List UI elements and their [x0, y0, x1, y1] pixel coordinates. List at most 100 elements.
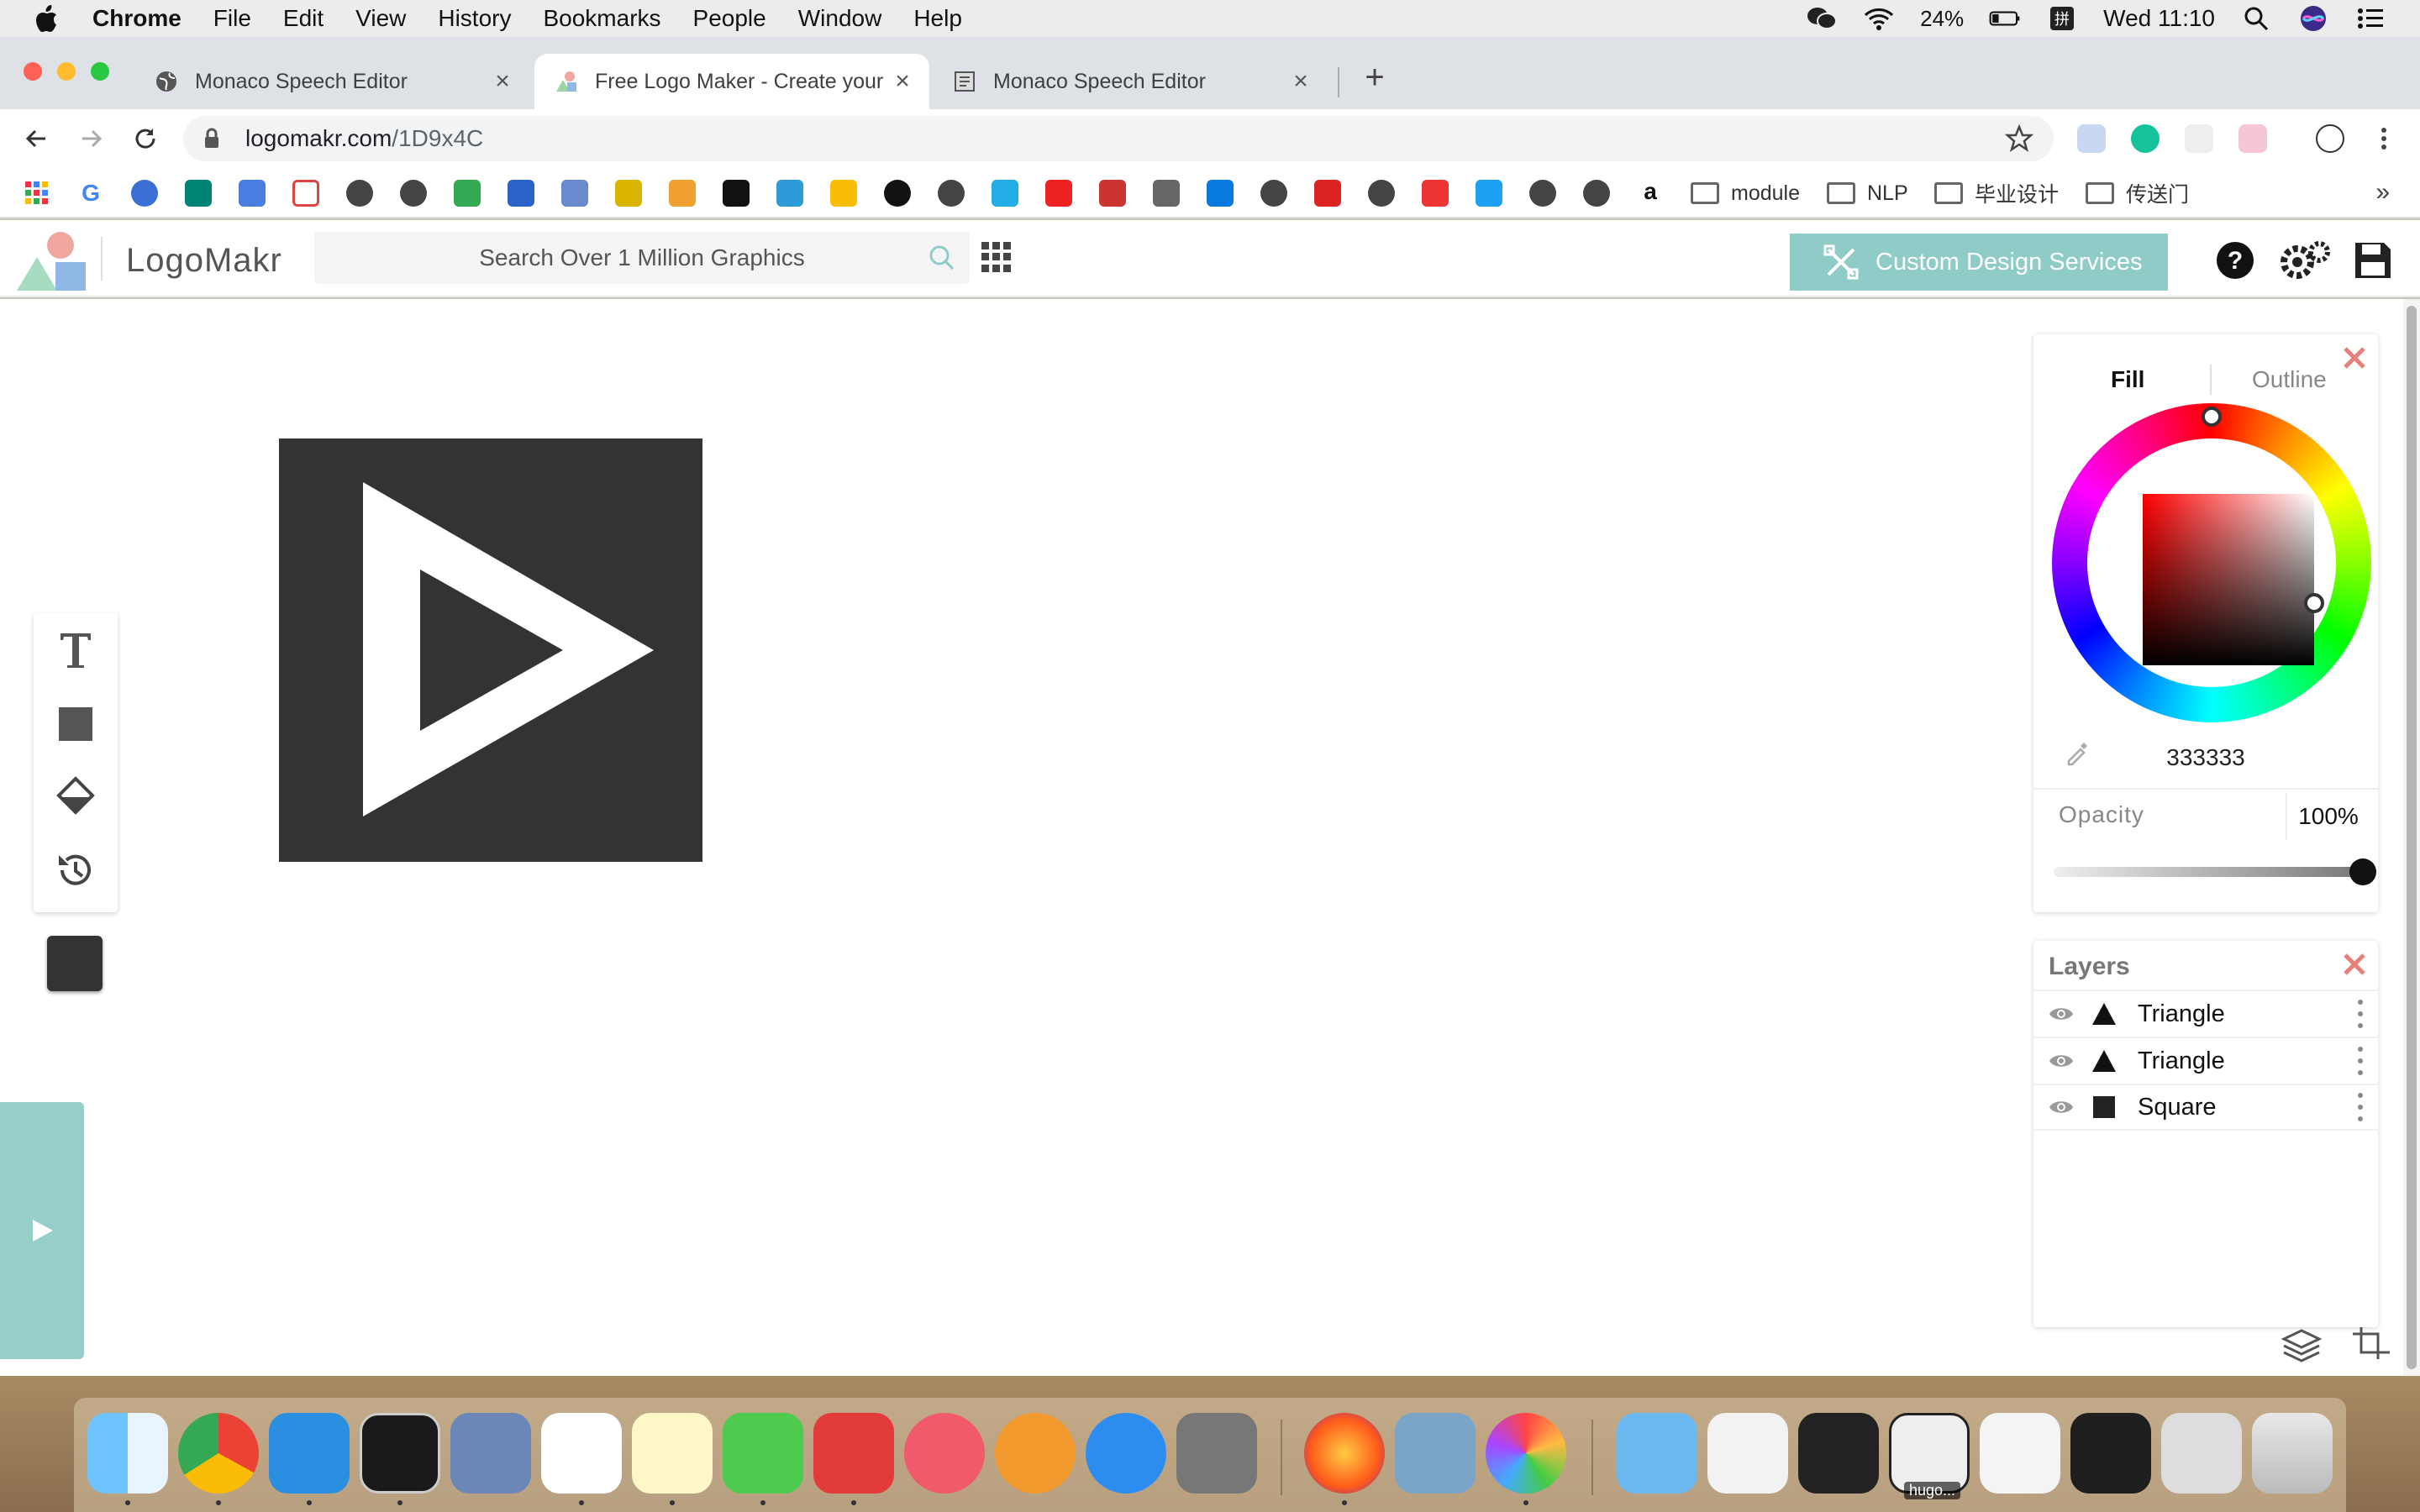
trash-app-icon[interactable]: [2252, 1413, 2333, 1494]
search-icon[interactable]: [928, 244, 956, 272]
close-icon[interactable]: [2341, 951, 2368, 978]
globe-bookmark-icon[interactable]: [1529, 180, 1556, 207]
extension-icon[interactable]: [2185, 124, 2213, 153]
menu-people[interactable]: People: [693, 5, 766, 32]
menu-view[interactable]: View: [355, 5, 406, 32]
menubar-clock[interactable]: Wed 11:10: [2103, 5, 2215, 32]
bookmark-icon[interactable]: [615, 180, 642, 207]
window-zoom-button[interactable]: [91, 62, 109, 81]
bookmark-icon[interactable]: [1422, 180, 1449, 207]
translate-extension-icon[interactable]: [2077, 124, 2106, 153]
globe-bookmark-icon[interactable]: [1368, 180, 1395, 207]
books-app-icon[interactable]: [995, 1413, 1076, 1494]
amazon-bookmark-icon[interactable]: a: [1637, 180, 1664, 207]
logomakr-logo-icon[interactable]: [15, 228, 96, 292]
github-bookmark-icon[interactable]: [884, 180, 911, 207]
globe-bookmark-icon[interactable]: [1260, 180, 1287, 207]
google-translate-bookmark-icon[interactable]: [239, 180, 266, 207]
bilibili-extension-icon[interactable]: [2238, 124, 2267, 153]
app-store-app-icon[interactable]: [1086, 1413, 1166, 1494]
crop-icon[interactable]: [2351, 1326, 2393, 1361]
graphics-tool-button[interactable]: [54, 774, 97, 818]
zhihu-bookmark-icon[interactable]: [1207, 180, 1234, 207]
saturation-value-handle[interactable]: [2304, 593, 2324, 613]
layer-menu-icon[interactable]: [2356, 1000, 2365, 1028]
eye-visibility-icon[interactable]: [2049, 1052, 2074, 1070]
bookmark-icon[interactable]: [723, 180, 750, 207]
bookmarks-overflow-button[interactable]: »: [2375, 178, 2390, 207]
twitter-bookmark-icon[interactable]: [1476, 180, 1502, 207]
lock-icon[interactable]: [203, 128, 227, 150]
tab-monaco-speech-editor-2[interactable]: Monaco Speech Editor ×: [933, 54, 1328, 109]
opacity-slider-knob[interactable]: [2349, 858, 2376, 885]
window-minimize-button[interactable]: [57, 62, 76, 81]
layer-row[interactable]: Triangle: [2033, 990, 2378, 1037]
google-drive-bookmark-icon[interactable]: [830, 180, 857, 207]
close-icon[interactable]: [2341, 344, 2368, 371]
wifi-icon[interactable]: [1863, 6, 1895, 31]
hex-color-value[interactable]: 333333: [2033, 744, 2378, 771]
bookmark-folder-graduation-design[interactable]: 毕业设计: [1934, 178, 2059, 208]
bookmark-icon[interactable]: [1099, 180, 1126, 207]
bookmark-folder-nlp[interactable]: NLP: [1827, 178, 1908, 208]
shield-bookmark-icon[interactable]: [561, 180, 588, 207]
eye-visibility-icon[interactable]: [2049, 1005, 2074, 1023]
firefox-app-icon[interactable]: [1304, 1413, 1385, 1494]
window-thumbnail-icon[interactable]: [1707, 1413, 1788, 1494]
bing-bookmark-icon[interactable]: [185, 180, 212, 207]
menu-help[interactable]: Help: [913, 5, 962, 32]
calendar-app-icon[interactable]: [541, 1413, 622, 1494]
tab-free-logo-maker[interactable]: Free Logo Maker - Create your ×: [534, 54, 929, 109]
bookmark-star-icon[interactable]: [2005, 124, 2033, 153]
tab-close-icon[interactable]: ×: [489, 67, 516, 95]
battery-icon[interactable]: [1989, 6, 2021, 31]
finder-app-icon[interactable]: [87, 1413, 168, 1494]
bookmark-icon[interactable]: [508, 180, 534, 207]
wechat-app-icon[interactable]: [723, 1413, 803, 1494]
reload-button[interactable]: [126, 119, 165, 158]
grammarly-extension-icon[interactable]: [2131, 124, 2160, 153]
forward-button[interactable]: [72, 119, 111, 158]
tab-fill[interactable]: Fill: [2111, 366, 2144, 393]
new-tab-button[interactable]: +: [1356, 59, 1393, 96]
notes-app-icon[interactable]: [632, 1413, 713, 1494]
menu-edit[interactable]: Edit: [283, 5, 324, 32]
tab-close-icon[interactable]: ×: [889, 67, 916, 95]
vertical-scrollbar[interactable]: [2403, 299, 2420, 1376]
globe-bookmark-icon[interactable]: [938, 180, 965, 207]
profile-avatar-icon[interactable]: [2316, 124, 2344, 153]
layer-menu-icon[interactable]: [2356, 1093, 2365, 1121]
current-color-swatch[interactable]: [47, 936, 103, 991]
browse-grid-icon[interactable]: [981, 242, 1012, 272]
hue-ring[interactable]: [2052, 403, 2371, 722]
layer-row[interactable]: Square: [2033, 1084, 2378, 1131]
save-floppy-icon[interactable]: [2353, 240, 2393, 281]
terminal-app-icon[interactable]: [360, 1413, 440, 1494]
scrollbar-thumb[interactable]: [2407, 306, 2417, 1369]
menu-file[interactable]: File: [213, 5, 251, 32]
bilibili-bookmark-icon[interactable]: [992, 180, 1018, 207]
globe-bookmark-icon[interactable]: [400, 180, 427, 207]
bookmark-icon[interactable]: [776, 180, 803, 207]
menu-window[interactable]: Window: [798, 5, 882, 32]
custom-design-services-button[interactable]: Custom Design Services: [1790, 234, 2168, 291]
preview-app-icon[interactable]: [1395, 1413, 1476, 1494]
opacity-slider[interactable]: [2054, 858, 2376, 885]
opacity-value-input[interactable]: 100%: [2286, 793, 2370, 840]
chrome-menu-button[interactable]: [2365, 119, 2403, 158]
bookmark-icon[interactable]: [669, 180, 696, 207]
spotlight-search-icon[interactable]: [2240, 6, 2272, 31]
address-bar[interactable]: logomakr.com/1D9x4C: [183, 116, 2054, 161]
hue-handle[interactable]: [2202, 407, 2222, 427]
wechat-status-icon[interactable]: [1806, 6, 1838, 31]
news-app-icon[interactable]: [904, 1413, 985, 1494]
help-icon[interactable]: ?: [2215, 240, 2255, 281]
menu-bookmarks[interactable]: Bookmarks: [543, 5, 660, 32]
google-maps-bookmark-icon[interactable]: [454, 180, 481, 207]
side-panel-toggle[interactable]: [0, 1102, 84, 1359]
globe-bookmark-icon[interactable]: [1583, 180, 1610, 207]
window-thumbnail-icon[interactable]: [1980, 1413, 2060, 1494]
bookmark-icon[interactable]: [1314, 180, 1341, 207]
graphics-search-input[interactable]: [314, 232, 970, 284]
layer-row[interactable]: Triangle: [2033, 1037, 2378, 1084]
